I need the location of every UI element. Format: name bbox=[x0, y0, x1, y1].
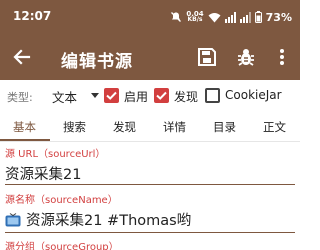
mute-icon bbox=[170, 11, 182, 23]
tab-detail[interactable]: 详情 bbox=[163, 119, 186, 135]
type-label: 类型: bbox=[7, 91, 33, 104]
tab-bar: 基本 搜索 发现 详情 目录 正文 bbox=[0, 112, 300, 142]
source-url-input[interactable]: 资源采集21 bbox=[5, 163, 295, 184]
net-speed-unit: KB/s bbox=[187, 16, 203, 23]
cookiejar-label: CookieJar bbox=[225, 88, 282, 102]
tab-basic[interactable]: 基本 bbox=[13, 119, 36, 135]
enabled-label: 启用 bbox=[124, 90, 149, 104]
wifi-icon bbox=[208, 12, 221, 23]
status-icons: 0.04 KB/s 73% bbox=[170, 9, 292, 25]
source-group-field[interactable]: 源分组（sourceGroup） bbox=[5, 238, 295, 250]
checkmark-icon bbox=[106, 91, 117, 100]
app-toolbar: 编辑书源 bbox=[0, 34, 300, 80]
arrow-back-icon[interactable] bbox=[9, 44, 35, 70]
tab-discover[interactable]: 发现 bbox=[113, 119, 136, 135]
source-name-label: 源名称（sourceName） bbox=[5, 195, 118, 206]
status-time: 12:07 bbox=[13, 9, 52, 23]
tab-toc[interactable]: 目录 bbox=[213, 119, 236, 135]
source-name-field[interactable]: 源名称（sourceName） 资源采集21 #Thomas哟 bbox=[5, 191, 295, 233]
cookiejar-checkbox[interactable] bbox=[205, 88, 220, 103]
discover-checkbox[interactable] bbox=[154, 88, 169, 103]
chevron-down-icon[interactable] bbox=[91, 93, 99, 98]
input-underline bbox=[5, 232, 295, 233]
more-vertical-icon[interactable] bbox=[276, 46, 288, 68]
source-url-field[interactable]: 源 URL（sourceUrl） 资源采集21 bbox=[5, 145, 295, 185]
battery-icon bbox=[254, 11, 262, 23]
save-icon[interactable] bbox=[196, 46, 218, 68]
tab-content[interactable]: 正文 bbox=[263, 119, 286, 135]
type-select[interactable]: 文本 bbox=[52, 87, 77, 106]
signal-icon-2 bbox=[239, 11, 251, 23]
bug-icon[interactable] bbox=[235, 46, 257, 68]
net-speed: 0.04 KB/s bbox=[186, 11, 203, 23]
page-title: 编辑书源 bbox=[61, 52, 133, 72]
tv-icon bbox=[5, 213, 21, 231]
tab-search[interactable]: 搜索 bbox=[63, 119, 86, 135]
divider bbox=[0, 141, 300, 142]
battery-percent: 73% bbox=[265, 10, 292, 24]
input-underline bbox=[5, 184, 295, 185]
signal-icon bbox=[224, 11, 236, 23]
discover-label: 发现 bbox=[174, 90, 199, 104]
source-name-input[interactable]: 资源采集21 #Thomas哟 bbox=[26, 213, 191, 229]
status-bar: 12:07 0.04 KB/s 73% bbox=[0, 0, 300, 34]
source-url-label: 源 URL（sourceUrl） bbox=[5, 149, 106, 160]
source-name-row[interactable]: 资源采集21 #Thomas哟 bbox=[5, 209, 295, 231]
checkmark-icon bbox=[156, 91, 167, 100]
source-group-label: 源分组（sourceGroup） bbox=[5, 242, 119, 250]
enabled-checkbox[interactable] bbox=[104, 88, 119, 103]
options-row: 类型: 文本 启用 发现 CookieJar bbox=[0, 80, 300, 112]
